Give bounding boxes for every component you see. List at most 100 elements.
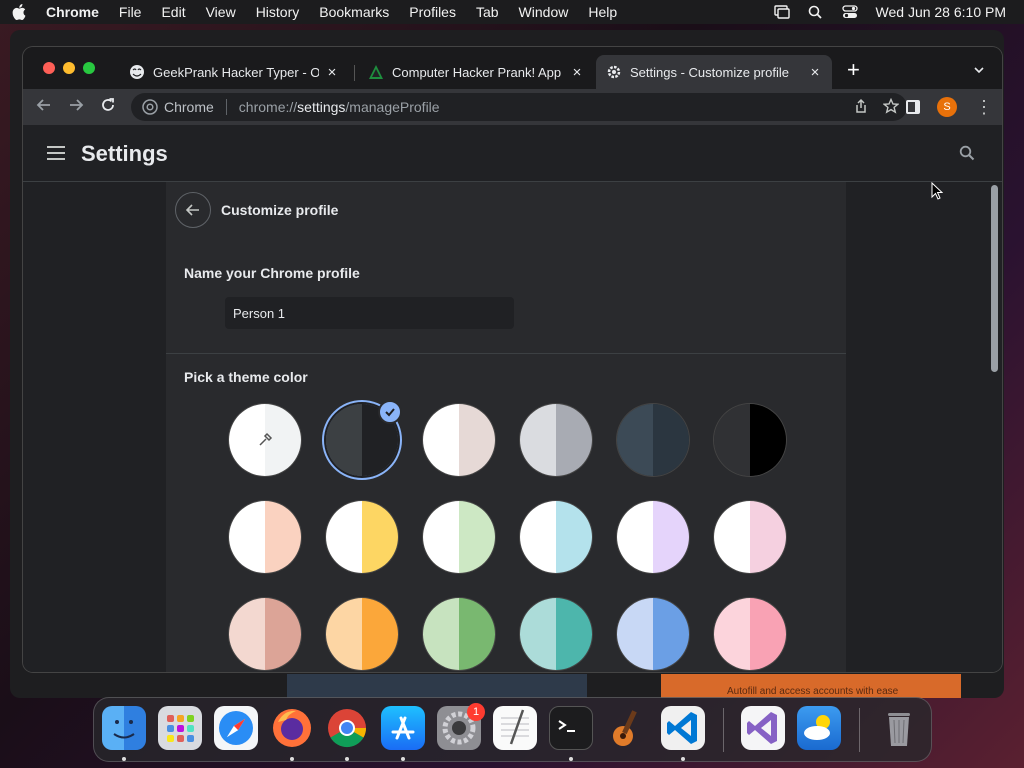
name-section-label: Name your Chrome profile — [184, 265, 360, 281]
apple-menu-icon[interactable] — [12, 4, 26, 20]
vscode-icon[interactable] — [661, 706, 705, 750]
url-host: settings — [297, 99, 346, 115]
menu-file[interactable]: File — [119, 4, 142, 20]
tab-geekprank[interactable]: GeekPrank Hacker Typer - Onli × — [119, 55, 349, 89]
back-arrow-button[interactable] — [175, 192, 211, 228]
forward-arrow-icon[interactable] — [66, 97, 86, 117]
url-path: /manageProfile — [345, 99, 440, 115]
theme-swatch-pink-white[interactable] — [714, 501, 786, 573]
running-indicator — [345, 757, 349, 761]
window-minimize-button[interactable] — [63, 62, 75, 74]
spotlight-search-icon[interactable] — [808, 5, 824, 19]
tab-hacker-prank[interactable]: Computer Hacker Prank! App - × — [358, 55, 594, 89]
side-panel-icon[interactable] — [906, 100, 920, 114]
theme-swatch-pink[interactable] — [714, 598, 786, 670]
running-indicator — [401, 757, 405, 761]
window-close-button[interactable] — [43, 62, 55, 74]
reload-icon[interactable] — [98, 97, 118, 117]
settings-content: Customize profile Name your Chrome profi… — [23, 182, 1002, 672]
omnibox[interactable]: Chrome chrome:// settings /manageProfile — [131, 93, 907, 121]
weather-icon[interactable] — [797, 706, 841, 750]
dock-separator — [723, 708, 724, 752]
tab-close-icon[interactable]: × — [325, 64, 339, 81]
menu-window[interactable]: Window — [519, 4, 569, 20]
tab-title: Settings - Customize profile — [630, 64, 789, 80]
window-zoom-button[interactable] — [83, 62, 95, 74]
theme-swatch-warm-grey[interactable] — [423, 404, 495, 476]
selected-check-icon — [378, 400, 402, 424]
back-arrow-icon[interactable] — [34, 97, 54, 117]
tab-title: GeekPrank Hacker Typer - Onli — [153, 64, 319, 80]
theme-swatch-teal[interactable] — [520, 598, 592, 670]
chrome-icon[interactable] — [325, 706, 369, 750]
macos-dock — [93, 697, 932, 762]
troll-face-icon — [129, 64, 145, 80]
control-center-icon[interactable] — [841, 5, 858, 19]
macos-menubar: Chrome File Edit View History Bookmarks … — [0, 0, 1024, 24]
chrome-logo-icon — [142, 99, 158, 115]
tab-close-icon[interactable]: × — [570, 64, 584, 81]
menu-bookmarks[interactable]: Bookmarks — [319, 4, 389, 20]
profile-avatar[interactable]: S — [937, 97, 957, 117]
theme-swatch-beige-white[interactable] — [229, 501, 301, 573]
theme-swatch-cool-grey[interactable] — [520, 404, 592, 476]
menu-history[interactable]: History — [256, 4, 300, 20]
profile-name-input[interactable] — [225, 297, 514, 329]
tab-close-icon[interactable]: × — [808, 64, 822, 81]
menu-edit[interactable]: Edit — [161, 4, 185, 20]
screen-mirroring-icon[interactable] — [773, 5, 790, 19]
menu-view[interactable]: View — [206, 4, 236, 20]
theme-swatch-light-green[interactable] — [423, 598, 495, 670]
menu-app-name[interactable]: Chrome — [46, 4, 99, 20]
theme-swatch-yellow-white[interactable] — [326, 501, 398, 573]
menubar-clock[interactable]: Wed Jun 28 6:10 PM — [876, 4, 1006, 20]
theme-swatch-light-teal-white[interactable] — [520, 501, 592, 573]
eyedropper-icon — [229, 404, 301, 476]
dock-separator — [859, 708, 860, 752]
theme-swatch-light-blue[interactable] — [617, 598, 689, 670]
running-indicator — [290, 757, 294, 761]
safari-icon[interactable] — [214, 706, 258, 750]
omnibox-divider — [225, 99, 227, 115]
theme-swatch-green-white[interactable] — [423, 501, 495, 573]
tab-search-chevron-icon[interactable] — [973, 63, 985, 75]
running-indicator — [122, 757, 126, 761]
share-icon[interactable] — [853, 98, 869, 117]
theme-swatch-orange[interactable] — [326, 598, 398, 670]
theme-swatch-beige[interactable] — [229, 598, 301, 670]
theme-swatch-midnight-blue[interactable] — [617, 404, 689, 476]
menu-tab[interactable]: Tab — [476, 4, 499, 20]
new-tab-plus-icon[interactable]: + — [847, 59, 860, 81]
omnibox-chip: Chrome — [164, 99, 214, 115]
terminal-icon[interactable] — [549, 706, 593, 750]
browser-toolbar: Chrome chrome:// settings /manageProfile — [23, 89, 1002, 125]
tab-separator — [354, 65, 355, 81]
theme-swatch-custom-picker[interactable] — [229, 404, 301, 476]
finder-icon[interactable] — [102, 706, 146, 750]
theme-swatch-light-purple-white[interactable] — [617, 501, 689, 573]
firefox-icon[interactable] — [270, 706, 314, 750]
menu-help[interactable]: Help — [588, 4, 617, 20]
subpage-title: Customize profile — [221, 202, 339, 218]
scrollbar-thumb[interactable] — [991, 185, 998, 372]
gear-icon — [606, 64, 622, 80]
url-scheme: chrome:// — [238, 99, 298, 115]
background-window-strip-orange: Autofill and access accounts with ease — [661, 674, 961, 698]
app-store-icon[interactable] — [381, 706, 425, 750]
theme-swatch-black[interactable] — [714, 404, 786, 476]
settings-header: Settings — [23, 125, 1002, 182]
running-indicator — [681, 757, 685, 761]
hamburger-menu-icon[interactable] — [47, 146, 65, 160]
more-menu-icon[interactable]: ⋮ — [975, 97, 993, 117]
menu-profiles[interactable]: Profiles — [409, 4, 456, 20]
hacker-app-icon — [368, 64, 384, 80]
bookmark-star-icon[interactable] — [882, 97, 900, 117]
visual-studio-icon[interactable] — [741, 706, 785, 750]
textedit-icon[interactable] — [493, 706, 537, 750]
garageband-icon[interactable] — [605, 706, 649, 750]
tab-settings-active[interactable]: Settings - Customize profile × — [596, 55, 832, 89]
search-icon[interactable] — [959, 145, 975, 161]
tab-strip: GeekPrank Hacker Typer - Onli × Computer… — [23, 47, 1002, 89]
launchpad-icon[interactable] — [158, 706, 202, 750]
trash-icon[interactable] — [877, 706, 921, 750]
